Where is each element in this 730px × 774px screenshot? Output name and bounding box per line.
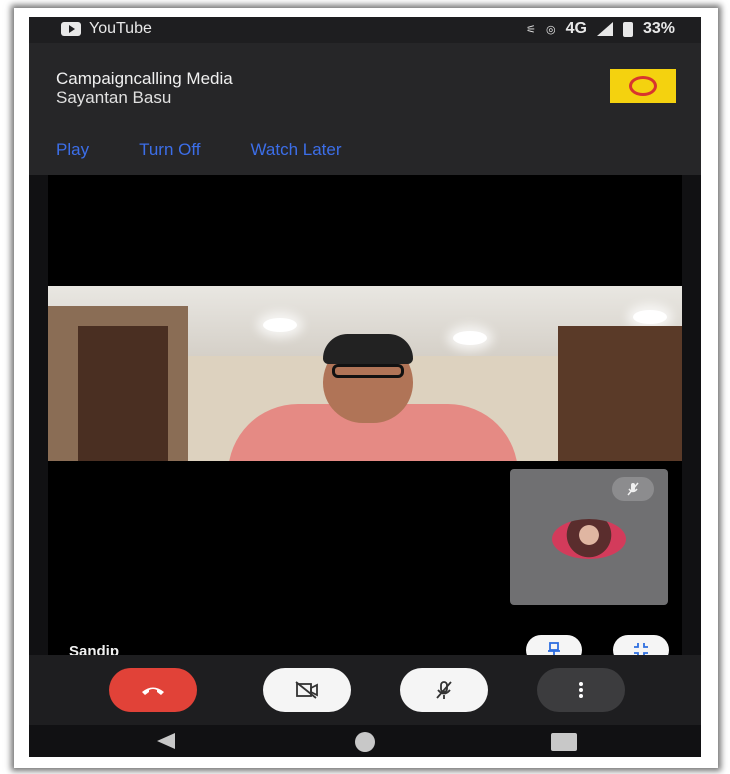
- end-call-button[interactable]: [109, 668, 197, 712]
- logo-ring-icon: [629, 76, 657, 96]
- ceiling-light: [263, 318, 297, 332]
- recents-icon[interactable]: [551, 733, 577, 751]
- more-vertical-icon: [579, 682, 583, 698]
- battery-icon: [622, 21, 633, 37]
- back-icon[interactable]: [157, 733, 175, 749]
- glasses: [332, 364, 404, 378]
- youtube-icon: [61, 22, 81, 36]
- play-action[interactable]: Play: [56, 140, 89, 160]
- status-bar: YouTube ⚟ ◎ 4G 33%: [29, 17, 701, 43]
- android-nav-bar: [29, 725, 701, 757]
- ceiling-light: [633, 310, 667, 324]
- avatar: [552, 519, 626, 559]
- wardrobe: [558, 326, 682, 461]
- hotspot-icon: ◎: [546, 23, 556, 36]
- camera-toggle-button[interactable]: [263, 668, 351, 712]
- call-controls: [29, 655, 701, 725]
- network-type: 4G: [565, 20, 587, 37]
- notification-actions: Play Turn Off Watch Later: [56, 140, 342, 160]
- mic-off-icon: [436, 681, 452, 699]
- status-left: YouTube: [61, 20, 152, 38]
- lte-call-icon: ⚟: [526, 23, 537, 36]
- media-notification[interactable]: Campaigncalling Media Sayantan Basu Play…: [29, 43, 701, 175]
- status-right: ⚟ ◎ 4G 33%: [526, 20, 675, 38]
- battery-level: 33%: [642, 20, 675, 37]
- status-app-name: YouTube: [89, 20, 152, 37]
- wooden-door: [78, 326, 168, 461]
- participant-video[interactable]: [48, 286, 682, 461]
- signal-icon: [596, 22, 613, 36]
- ceiling-light: [453, 331, 487, 345]
- mic-off-glyph: [627, 482, 639, 496]
- end-call-icon: [142, 687, 164, 695]
- phone-screen: YouTube ⚟ ◎ 4G 33% Campaigncalling Media…: [29, 17, 701, 757]
- campaigncalling-logo: [610, 69, 676, 103]
- mic-off-icon: [612, 477, 654, 501]
- more-options-button[interactable]: [537, 668, 625, 712]
- person-hair: [323, 334, 413, 364]
- turn-off-action[interactable]: Turn Off: [139, 140, 200, 160]
- video-off-icon: [295, 681, 318, 699]
- video-call-area: Sandip: [48, 175, 682, 665]
- notification-title: Campaigncalling Media: [56, 69, 233, 88]
- mic-toggle-button[interactable]: [400, 668, 488, 712]
- self-preview-tile[interactable]: [510, 469, 668, 605]
- notification-subtitle: Sayantan Basu: [56, 88, 172, 107]
- watch-later-action[interactable]: Watch Later: [251, 140, 342, 160]
- home-icon[interactable]: [355, 732, 375, 752]
